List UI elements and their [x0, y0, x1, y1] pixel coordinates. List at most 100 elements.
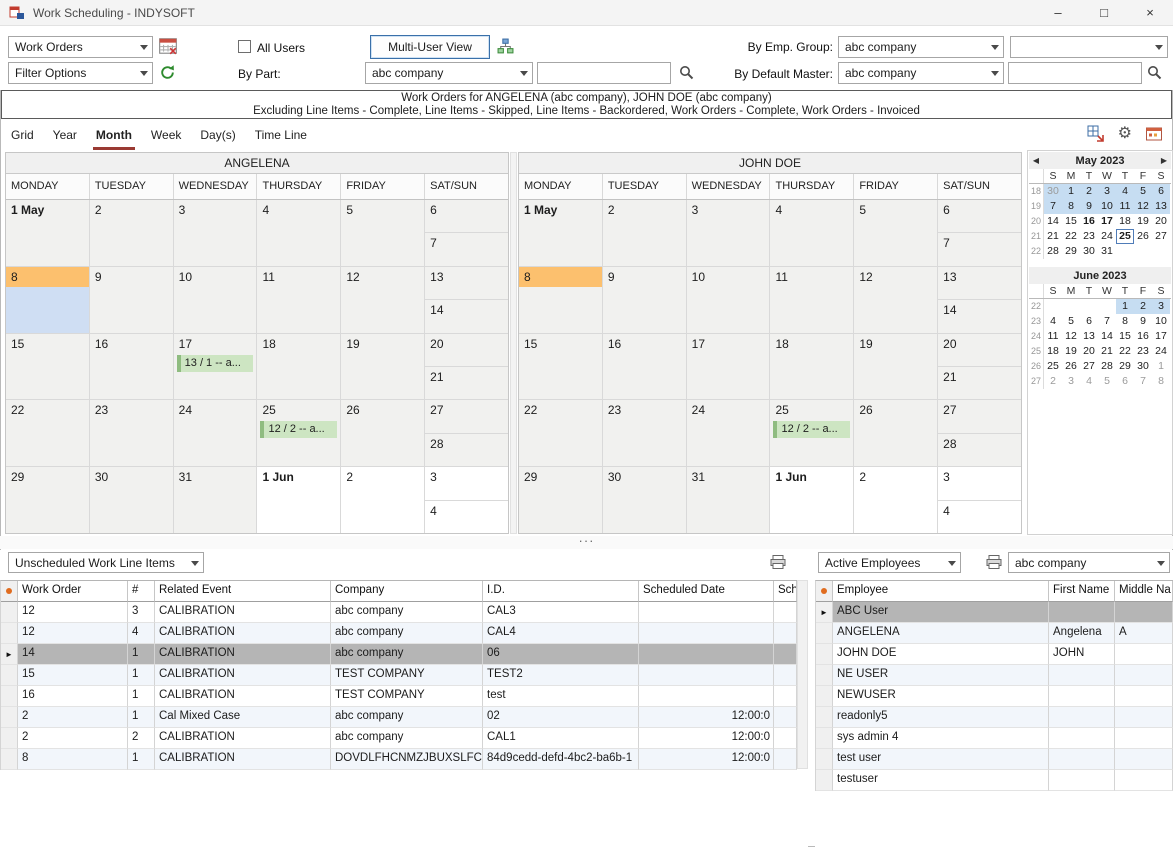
mini-day[interactable]: 3 — [1062, 374, 1080, 389]
calendar-day-cell[interactable]: 1 May — [6, 200, 90, 266]
calendar-day-cell[interactable]: 3 — [938, 467, 1021, 500]
row-selector[interactable] — [816, 644, 833, 665]
mini-day[interactable]: 5 — [1098, 374, 1116, 389]
table-row[interactable]: 22CALIBRATIONabc companyCAL112:00:0 — [1, 728, 797, 749]
print-employees-button[interactable] — [986, 554, 1002, 570]
mini-day[interactable]: 14 — [1044, 214, 1062, 229]
table-row[interactable]: test user — [816, 749, 1173, 770]
row-selector[interactable] — [1, 728, 18, 749]
calendar-day-cell[interactable]: 6 — [425, 200, 508, 233]
table-row[interactable]: readonly5 — [816, 707, 1173, 728]
mini-day[interactable] — [1152, 244, 1170, 259]
row-selector[interactable]: ► — [816, 602, 833, 623]
mini-day[interactable] — [1062, 299, 1080, 314]
row-selector[interactable] — [1, 686, 18, 707]
maximize-button[interactable]: □ — [1081, 0, 1127, 26]
mini-day[interactable]: 6 — [1116, 374, 1134, 389]
mini-day[interactable]: 11 — [1116, 199, 1134, 214]
calendar-day-cell[interactable]: 23 — [90, 400, 174, 466]
calendar-day-cell[interactable]: 29 — [6, 467, 90, 533]
column-header[interactable]: # — [128, 581, 155, 602]
column-header[interactable]: Scheduled Date — [639, 581, 774, 602]
calendar-day-cell[interactable]: 16 — [603, 334, 687, 400]
mini-day[interactable]: 29 — [1116, 359, 1134, 374]
calendar-day-cell[interactable]: 28 — [425, 434, 508, 466]
mini-day[interactable]: 8 — [1116, 314, 1134, 329]
mini-day[interactable]: 13 — [1080, 329, 1098, 344]
mini-day[interactable]: 10 — [1098, 199, 1116, 214]
row-selector[interactable] — [816, 749, 833, 770]
calendar-day-cell[interactable]: 6 — [938, 200, 1021, 233]
mini-day[interactable]: 10 — [1152, 314, 1170, 329]
settings-gear-icon[interactable]: ⚙ — [1118, 126, 1132, 142]
mini-day[interactable] — [1080, 299, 1098, 314]
calendar-day-cell[interactable]: 30 — [603, 467, 687, 533]
mini-day[interactable]: 2 — [1134, 299, 1152, 314]
employee-company-dropdown[interactable]: abc company — [1008, 552, 1170, 573]
calendar-day-cell[interactable]: 29 — [519, 467, 603, 533]
mini-day[interactable]: 19 — [1134, 214, 1152, 229]
mini-day[interactable]: 1 — [1152, 359, 1170, 374]
calendar-day-cell[interactable]: 1 Jun — [257, 467, 341, 533]
table-row[interactable]: NEWUSER — [816, 686, 1173, 707]
splitter-handle[interactable]: ··· — [0, 536, 1173, 549]
row-selector[interactable] — [1, 749, 18, 770]
calendar-day-cell[interactable]: 22 — [519, 400, 603, 466]
mini-day[interactable]: 31 — [1098, 244, 1116, 259]
table-row[interactable]: ►141CALIBRATIONabc company06 — [1, 644, 797, 665]
calendar-day-cell[interactable]: 14 — [425, 300, 508, 332]
all-users-checkbox[interactable] — [238, 40, 251, 53]
row-selector[interactable] — [1, 665, 18, 686]
mini-day[interactable]: 6 — [1080, 314, 1098, 329]
filter-options-dropdown[interactable]: Filter Options — [8, 62, 153, 84]
table-row[interactable]: 151CALIBRATIONTEST COMPANYTEST2 — [1, 665, 797, 686]
sitemap-icon[interactable] — [497, 38, 514, 55]
mini-day[interactable]: 3 — [1152, 299, 1170, 314]
column-header[interactable]: Related Event — [155, 581, 331, 602]
default-master-dropdown[interactable]: abc company — [838, 62, 1004, 84]
calendar-day-cell[interactable]: 18 — [257, 334, 341, 400]
mini-day[interactable]: 21 — [1098, 344, 1116, 359]
mini-day[interactable]: 17 — [1152, 329, 1170, 344]
calendar-day-cell[interactable]: 24 — [687, 400, 771, 466]
table-row[interactable]: 123CALIBRATIONabc companyCAL3 — [1, 602, 797, 623]
calendar-day-cell[interactable]: 20 — [938, 334, 1021, 367]
row-selector[interactable] — [816, 707, 833, 728]
work-orders-dropdown[interactable]: Work Orders — [8, 36, 153, 58]
row-selector[interactable] — [1, 623, 18, 644]
mini-day[interactable]: 6 — [1152, 184, 1170, 199]
calendar-scrollbar[interactable] — [510, 152, 517, 534]
calendar-day-cell[interactable]: 19 — [854, 334, 938, 400]
column-header[interactable]: Schec — [774, 581, 797, 602]
column-header[interactable]: Company — [331, 581, 483, 602]
mini-day[interactable]: 26 — [1062, 359, 1080, 374]
calendar-day-cell[interactable]: 5 — [854, 200, 938, 266]
calendar-day-cell[interactable]: 2 — [90, 200, 174, 266]
calendar-event[interactable]: 12 / 2 -- a... — [773, 421, 850, 438]
mini-day[interactable]: 20 — [1080, 344, 1098, 359]
employee-filter-dropdown[interactable]: Active Employees — [818, 552, 961, 573]
column-header[interactable]: I.D. — [483, 581, 639, 602]
row-selector[interactable] — [816, 686, 833, 707]
calendar-settings-icon[interactable] — [1145, 125, 1163, 143]
table-row[interactable]: 81CALIBRATIONDOVDLFHCNMZJBUXSLFCGNI84d9c… — [1, 749, 797, 770]
mini-day[interactable]: 30 — [1044, 184, 1062, 199]
calendar-day-cell[interactable]: 9 — [603, 267, 687, 333]
mini-day[interactable]: 15 — [1116, 329, 1134, 344]
column-header[interactable]: Work Order — [18, 581, 128, 602]
print-line-items-button[interactable] — [770, 554, 786, 570]
mini-day[interactable]: 23 — [1080, 229, 1098, 244]
calendar-day-cell[interactable]: 24 — [174, 400, 258, 466]
calendar-day-cell[interactable]: 22 — [6, 400, 90, 466]
mini-day[interactable]: 30 — [1134, 359, 1152, 374]
mini-day[interactable]: 18 — [1044, 344, 1062, 359]
mini-day[interactable]: 9 — [1080, 199, 1098, 214]
export-schedule-icon[interactable] — [1087, 125, 1105, 143]
line-items-scrollbar[interactable] — [797, 580, 808, 769]
calendar-day-cell[interactable]: 2512 / 2 -- a... — [770, 400, 854, 466]
mini-day[interactable]: 7 — [1044, 199, 1062, 214]
row-selector[interactable] — [816, 623, 833, 644]
default-master-search-input[interactable] — [1008, 62, 1142, 84]
mini-day[interactable]: 16 — [1134, 329, 1152, 344]
calendar-day-cell[interactable]: 8 — [519, 267, 603, 333]
